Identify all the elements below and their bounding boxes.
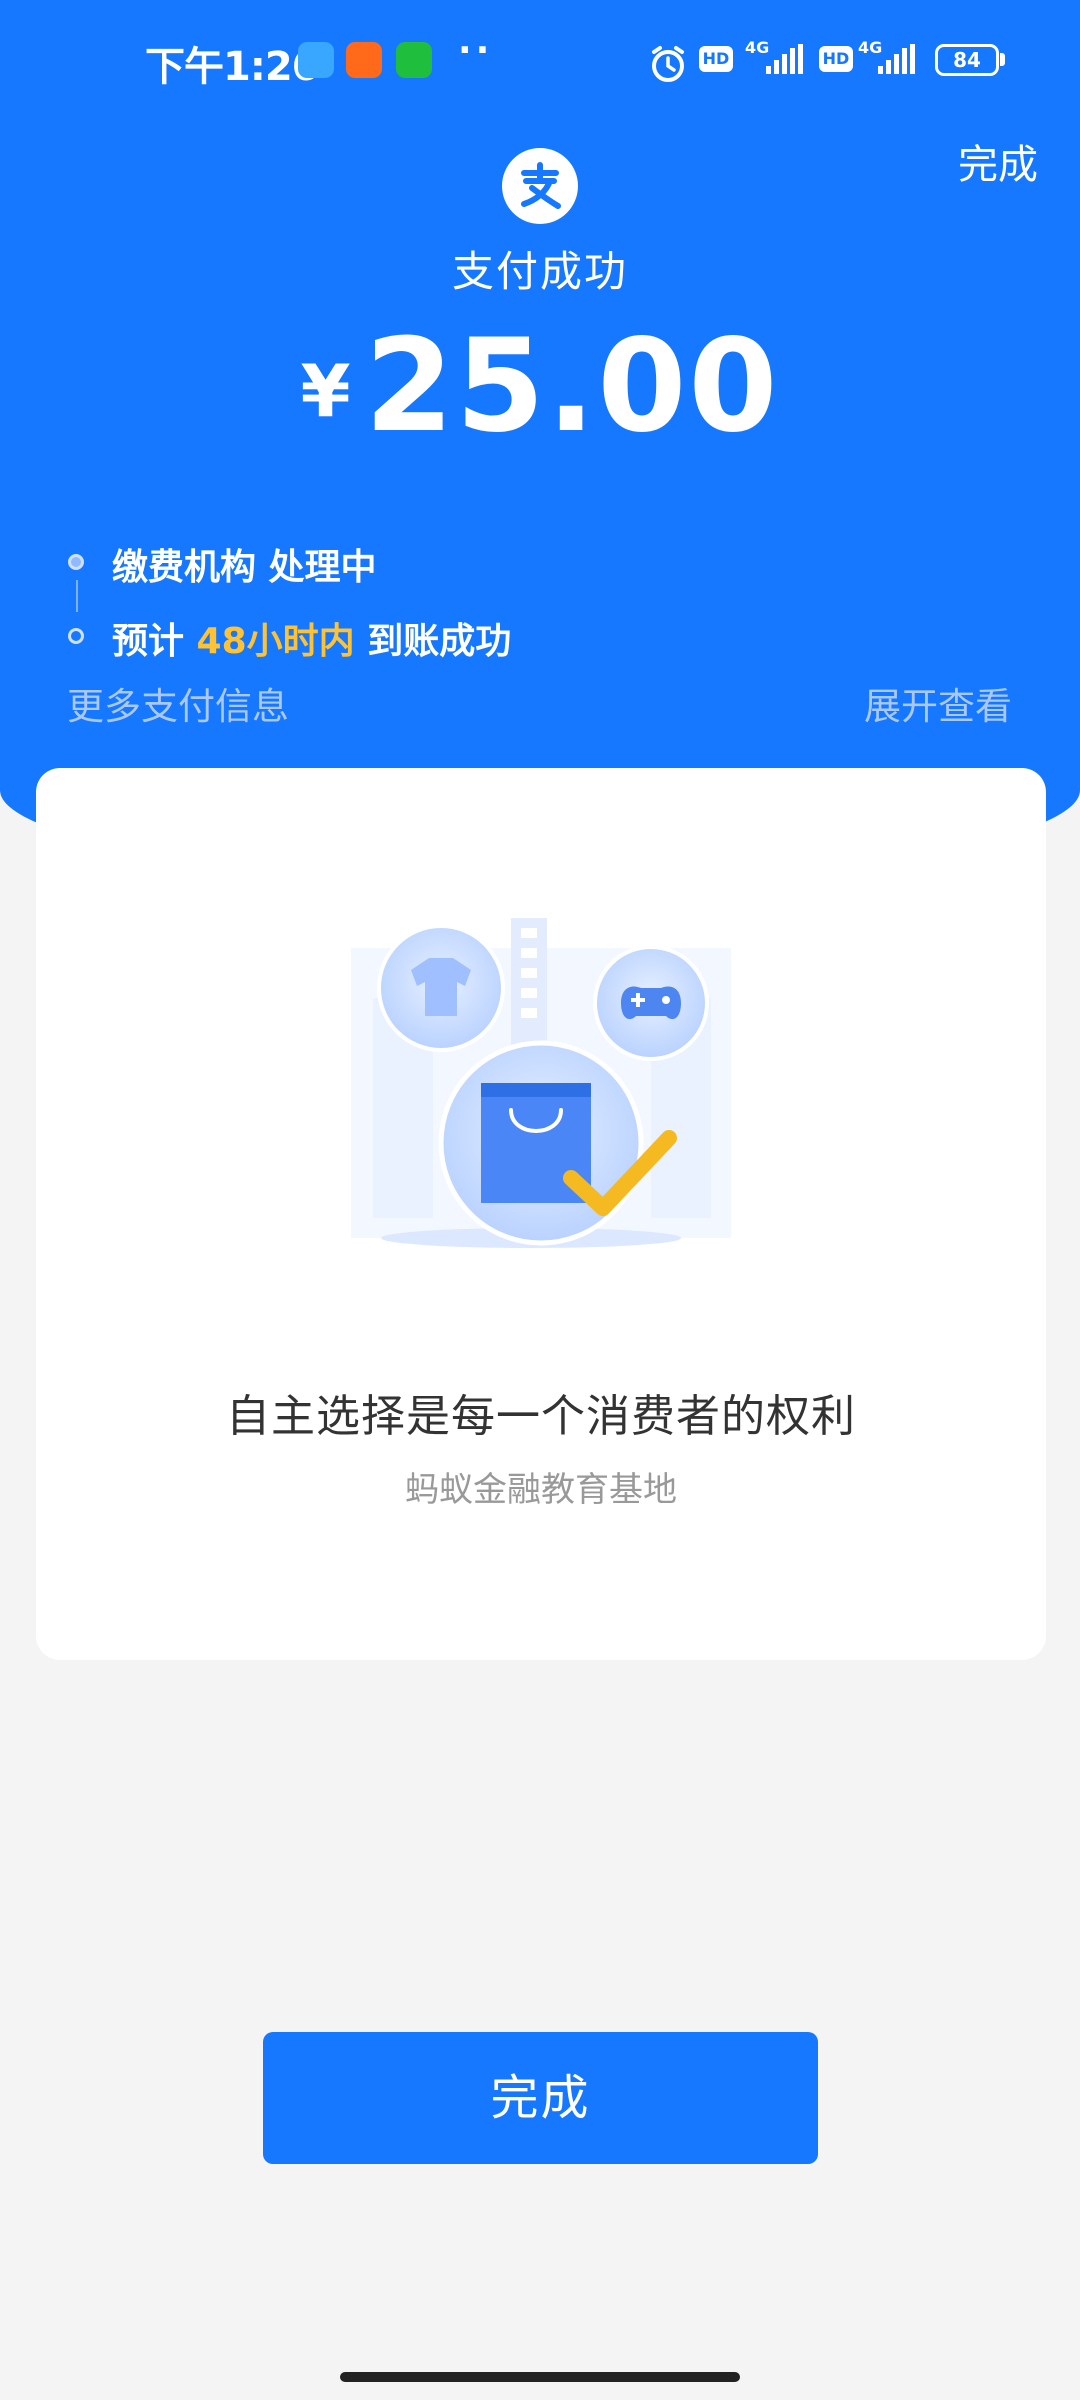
alipay-logo-icon bbox=[502, 148, 578, 224]
status-bar: 下午1:26 ·· HD 4G HD 4G 84 bbox=[0, 0, 1080, 120]
alarm-icon bbox=[652, 46, 684, 82]
signal-icon bbox=[766, 44, 803, 74]
payment-amount: ¥25.00 bbox=[0, 312, 1080, 461]
signal-icon-2 bbox=[878, 44, 915, 74]
step-2-suffix: 到账成功 bbox=[354, 621, 512, 662]
currency-symbol: ¥ bbox=[300, 349, 351, 433]
more-payment-info-label: 更多支付信息 bbox=[67, 685, 289, 728]
amount-value: 25.00 bbox=[364, 312, 780, 461]
battery-icon: 84 bbox=[935, 44, 999, 76]
expand-link[interactable]: 展开查看 bbox=[864, 676, 1012, 730]
info-card: 自主选择是每一个消费者的权利 蚂蚁金融教育基地 bbox=[36, 768, 1046, 1660]
message-app-icon bbox=[298, 42, 334, 78]
step2-indicator-icon bbox=[68, 628, 84, 644]
step-2-highlight: 48小时内 bbox=[196, 621, 355, 662]
home-indicator[interactable] bbox=[340, 2372, 740, 2382]
step-2-prefix: 预计 bbox=[112, 621, 197, 662]
step1-indicator-icon bbox=[68, 554, 84, 570]
taobao-app-icon bbox=[346, 42, 382, 78]
step-1-text: 缴费机构 处理中 bbox=[112, 547, 377, 588]
battery-tip bbox=[1000, 53, 1005, 66]
step-connector bbox=[76, 580, 78, 612]
done-button[interactable]: 完成 bbox=[263, 2032, 818, 2164]
hd-badge-2: HD bbox=[819, 46, 853, 72]
payment-success-title: 支付成功 bbox=[451, 247, 628, 296]
status-time: 下午1:26 bbox=[145, 44, 319, 90]
more-dots-icon: ·· bbox=[458, 30, 494, 71]
card-subtitle: 蚂蚁金融教育基地 bbox=[405, 1470, 677, 1510]
top-done-button[interactable]: 完成 bbox=[958, 132, 1038, 190]
card-title: 自主选择是每一个消费者的权利 bbox=[226, 1391, 856, 1442]
wechat-app-icon bbox=[396, 42, 432, 78]
hd-badge-1: HD bbox=[699, 46, 733, 72]
shopping-illustration-icon bbox=[351, 918, 731, 1248]
step-2-text: 预计 48小时内 到账成功 bbox=[112, 612, 511, 664]
